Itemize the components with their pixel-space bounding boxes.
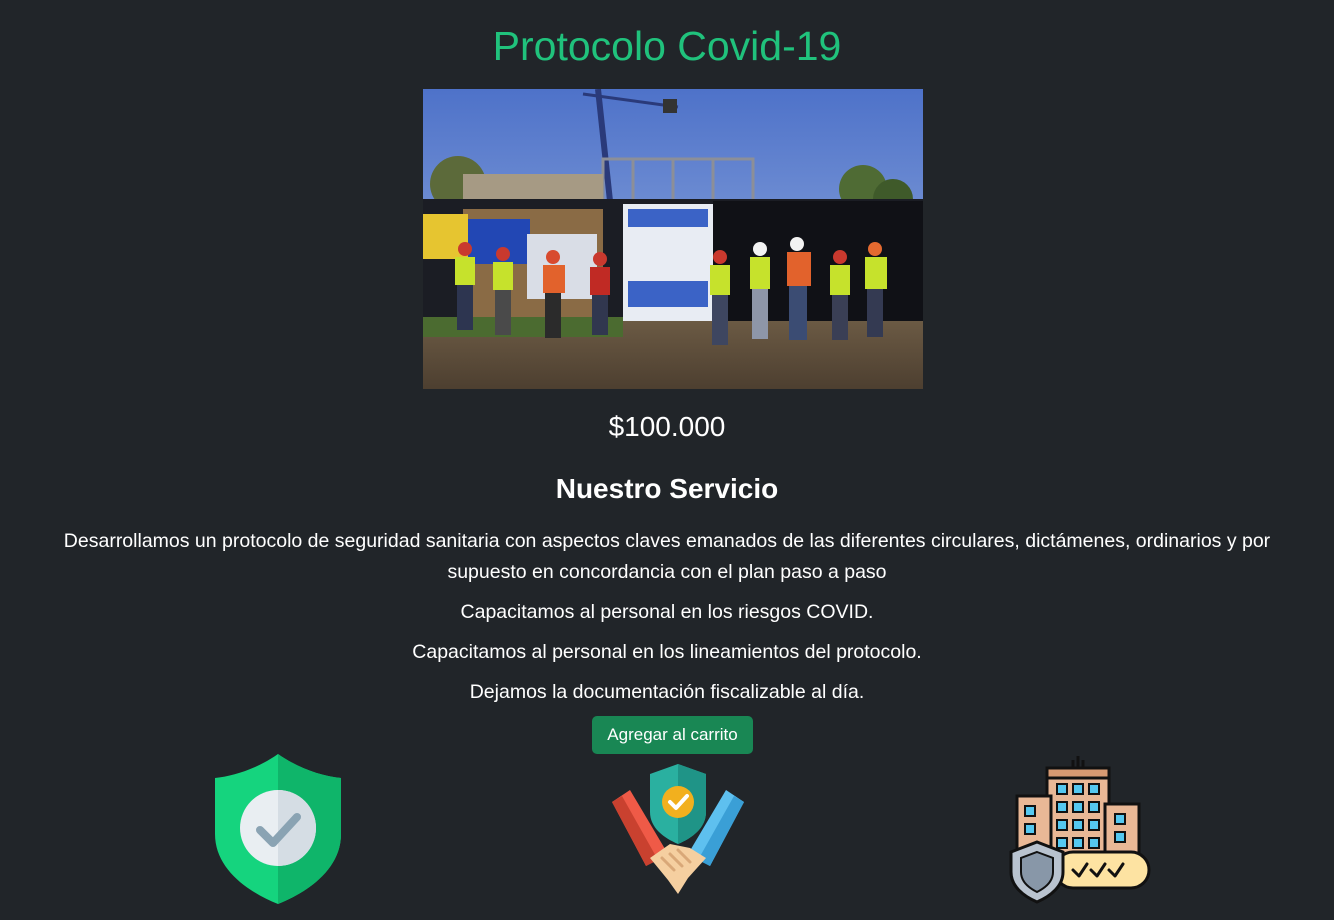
service-paragraph: Capacitamos al personal en los lineamien… [412,641,922,663]
handshake-shield-icon [610,762,746,896]
secure-building-icon [1003,754,1153,904]
product-page: Protocolo Covid-19 $100.000 Nuestro Serv… [0,0,1334,920]
service-heading: Nuestro Servicio [555,473,779,504]
shield-check-icon [213,754,343,904]
service-paragraph: Desarrollamos un protocolo de seguridad … [63,530,1271,583]
product-price: $100.000 [608,411,726,442]
product-photo [423,89,923,389]
add-to-cart-button[interactable]: Agregar al carrito [592,716,753,754]
service-paragraph: Capacitamos al personal en los riesgos C… [460,601,874,623]
page-title: Protocolo Covid-19 [492,23,842,69]
service-description: Desarrollamos un protocolo de seguridad … [60,526,1274,717]
service-paragraph: Dejamos la documentación fiscalizable al… [469,681,865,703]
